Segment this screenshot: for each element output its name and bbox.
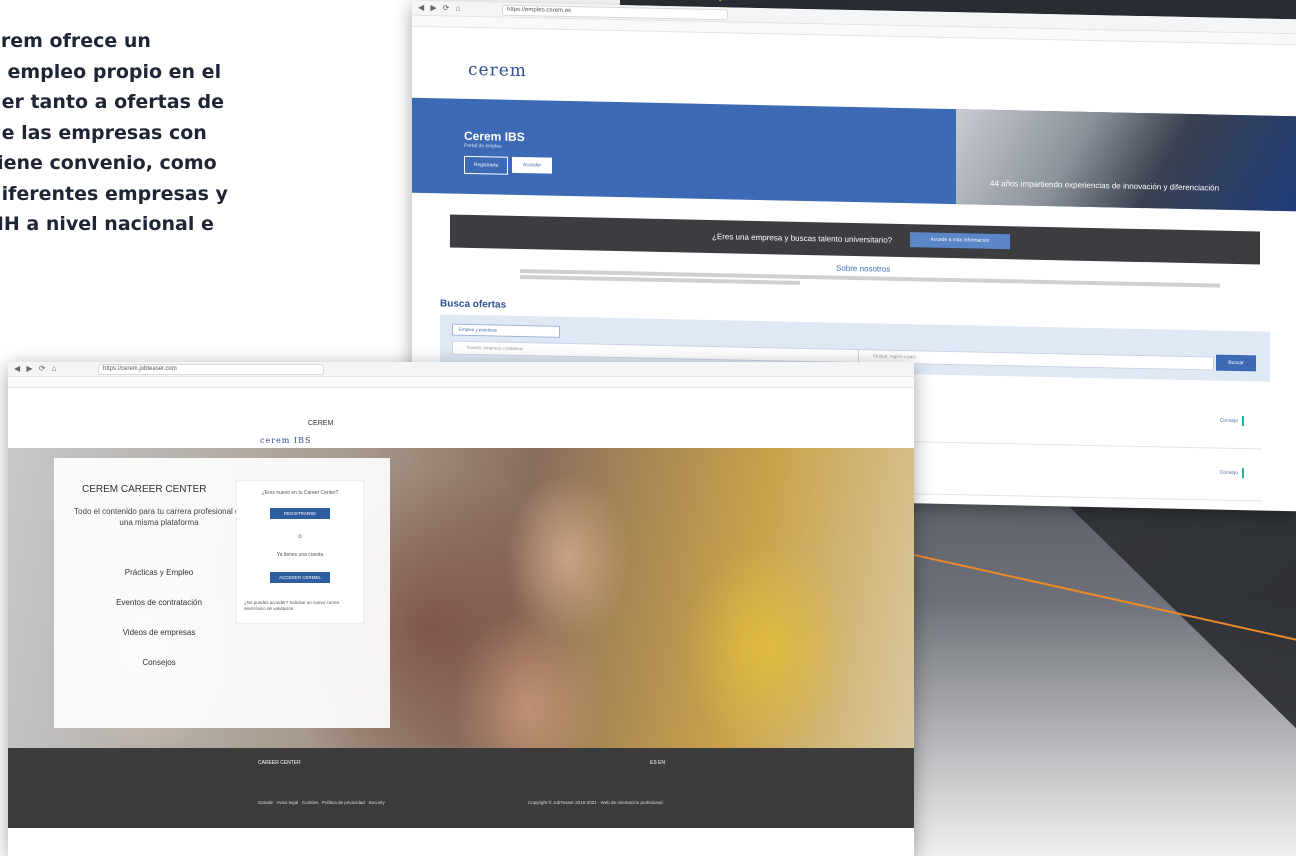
offer-type-select[interactable]: Empleo y prácticas bbox=[452, 323, 560, 338]
brand-name: CEREM bbox=[308, 420, 334, 427]
career-center-browser-window: ◀ ▶ ⟳ ⌂ https://cerem.jobteaser.com CERE… bbox=[8, 362, 914, 856]
footer-links[interactable]: Grande Aviso legal Cookies Política de p… bbox=[258, 800, 385, 805]
promo-line: tiene convenio, como bbox=[0, 152, 217, 174]
page-footer bbox=[8, 748, 914, 828]
menu-item-consejos[interactable]: Consejos bbox=[74, 658, 244, 667]
cerem-logo[interactable]: cerem bbox=[468, 60, 527, 81]
offer-apply-link[interactable]: Consejo bbox=[1220, 418, 1238, 424]
access-button[interactable]: Acceder bbox=[512, 156, 552, 174]
address-bar[interactable]: https://cerem.jobteaser.com bbox=[98, 364, 324, 375]
hero-photo bbox=[956, 109, 1296, 212]
promo-line: de las empresas con bbox=[0, 121, 207, 144]
menu-item-videos[interactable]: Videos de empresas bbox=[74, 628, 244, 637]
career-center-description: Todo el contenido para tu carrera profes… bbox=[74, 507, 244, 527]
cannot-access-link[interactable]: ¿No puedes acceder? Solicitar un nuevo c… bbox=[244, 600, 356, 612]
or-separator: o bbox=[298, 534, 302, 540]
login-button[interactable]: ACCEDER CERMEL bbox=[270, 572, 330, 583]
offer-status-bar bbox=[1242, 468, 1244, 479]
company-info-button[interactable]: Accede a más información bbox=[910, 232, 1010, 250]
page-header bbox=[8, 389, 914, 431]
nav-arrows-icon[interactable]: ◀ ▶ ⟳ ⌂ bbox=[14, 364, 59, 373]
language-switcher[interactable]: ES EN bbox=[650, 760, 665, 766]
nav-arrows-icon[interactable]: ◀ ▶ ⟳ ⌂ bbox=[418, 3, 463, 13]
menu-item-practicas[interactable]: Prácticas y Empleo bbox=[74, 568, 244, 577]
promo-line: HH a nivel nacional e bbox=[0, 213, 214, 235]
footer-copyright: Copyright © JobTeaser 2016-2021 · Web de… bbox=[528, 800, 663, 805]
search-offers-title: Busca ofertas bbox=[440, 298, 507, 311]
hero-title: Cerem IBS bbox=[464, 128, 525, 145]
register-button[interactable]: REGISTRARSE bbox=[270, 508, 330, 519]
promo-line: erem ofrece un bbox=[0, 30, 151, 52]
promo-line: e empleo propio en el bbox=[0, 60, 222, 83]
cerem-logo[interactable]: cerem IBS bbox=[260, 436, 311, 445]
offer-status-bar bbox=[1242, 416, 1244, 427]
career-center-title: CEREM CAREER CENTER bbox=[82, 484, 207, 495]
footer-logo[interactable]: CAREER CENTER bbox=[258, 760, 301, 766]
menu-item-eventos[interactable]: Eventos de contratación bbox=[74, 598, 244, 607]
hero-subtitle: Portal de empleo bbox=[464, 142, 502, 150]
register-button[interactable]: Registrarte bbox=[464, 155, 508, 175]
promo-line: diferentes empresas y bbox=[0, 182, 228, 205]
promo-text: erem ofrece un e empleo propio en el der… bbox=[0, 26, 308, 240]
have-account-text: Ya tienes una cuenta bbox=[276, 552, 324, 558]
bookmarks-bar bbox=[8, 377, 914, 388]
about-title: Sobre nosotros bbox=[836, 263, 891, 274]
new-user-question: ¿Eres nuevo en tu Career Center? bbox=[261, 490, 339, 496]
offer-apply-link[interactable]: Consejo bbox=[1220, 470, 1238, 476]
browser-toolbar: ◀ ▶ ⟳ ⌂ https://cerem.jobteaser.com bbox=[8, 362, 914, 377]
search-button[interactable]: Buscar bbox=[1216, 354, 1256, 372]
promo-line: der tanto a ofertas de bbox=[0, 91, 224, 113]
